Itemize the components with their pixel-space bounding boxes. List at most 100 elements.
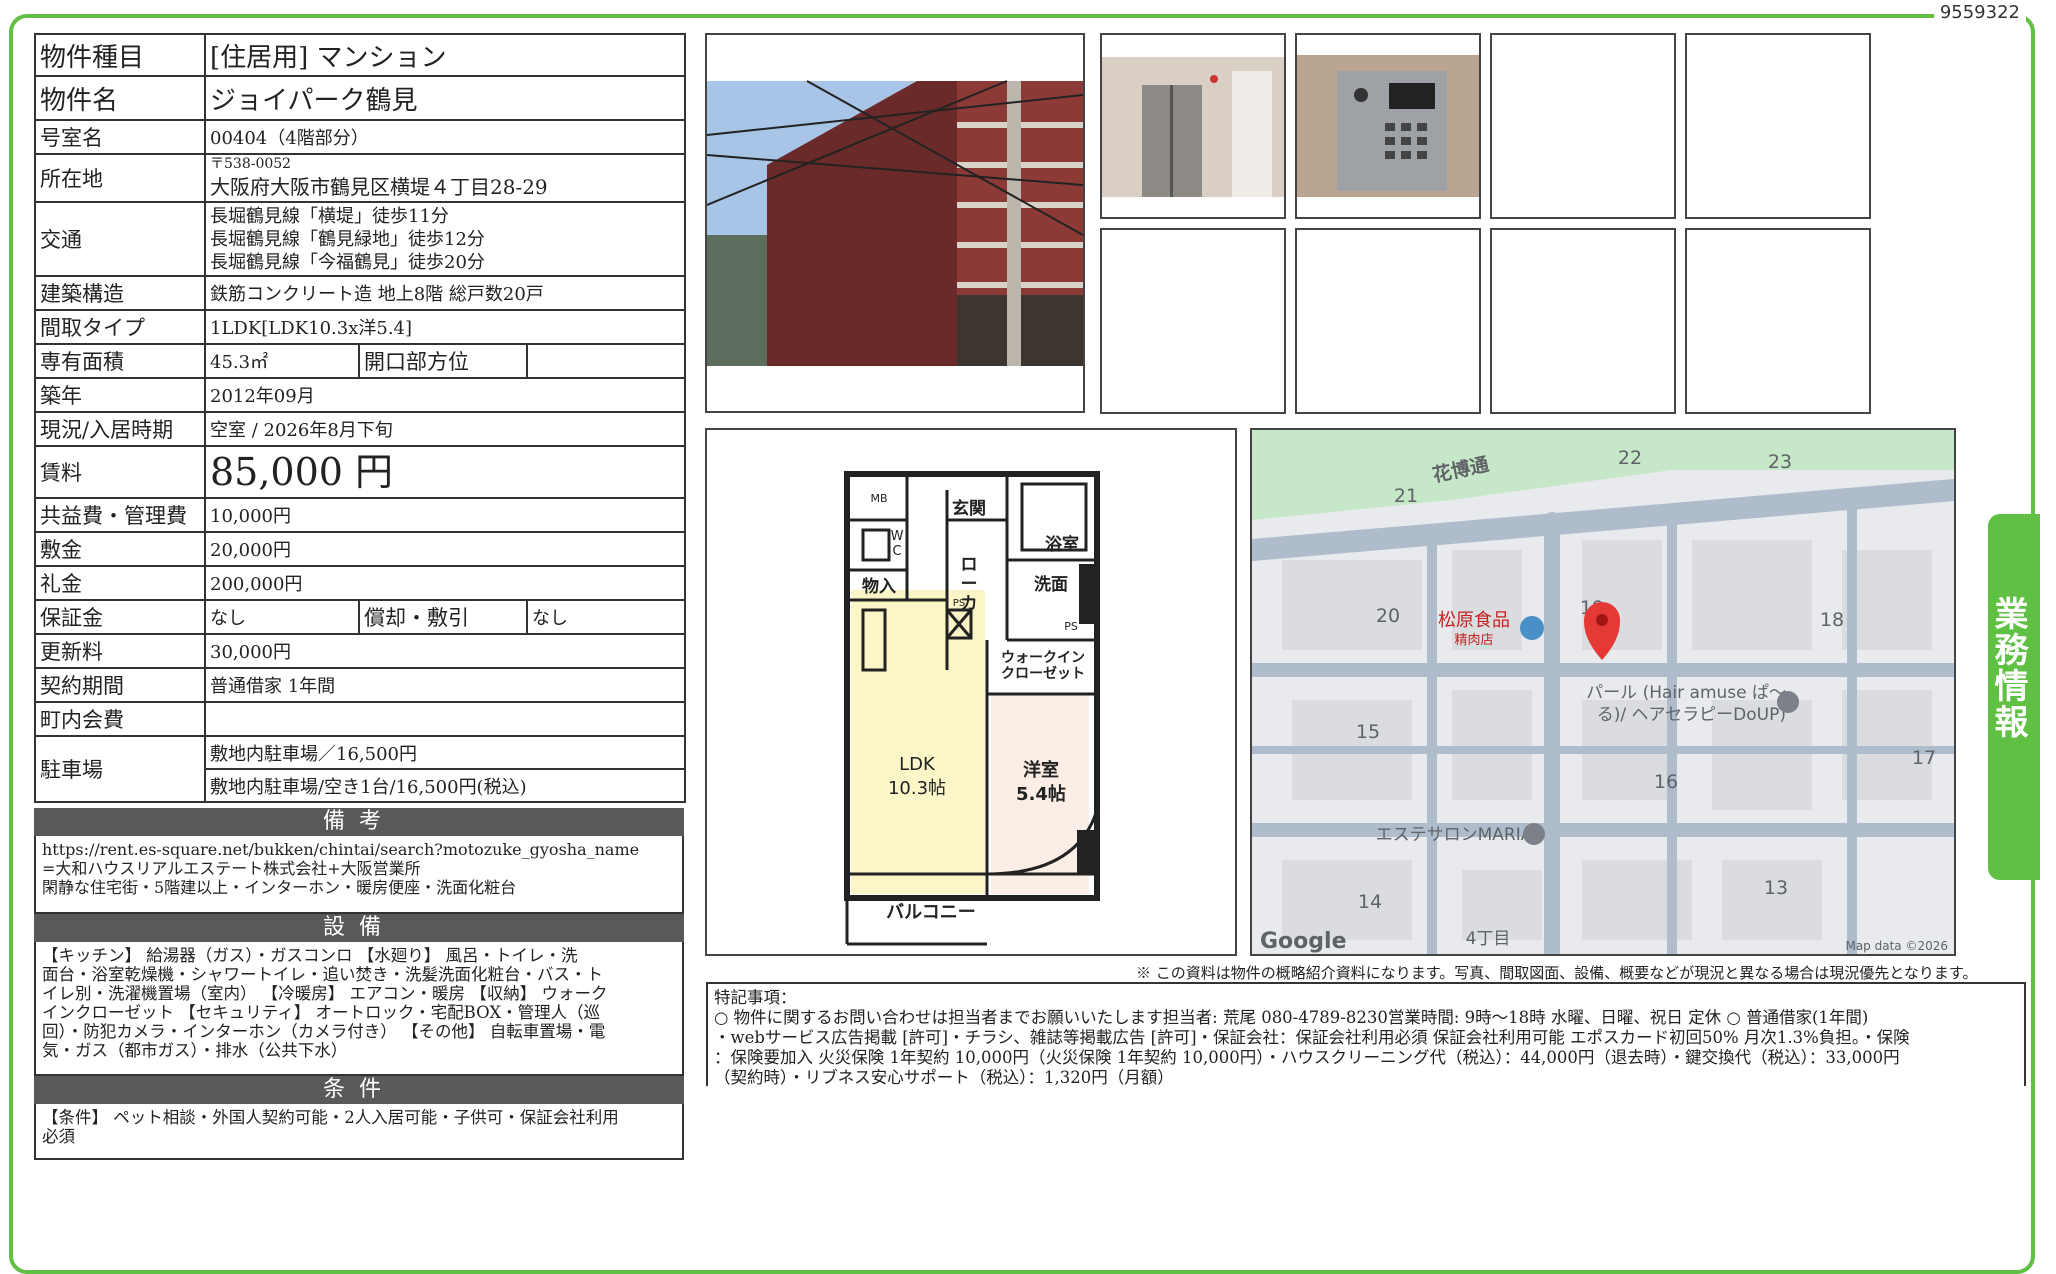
map-block: 14 [1358, 891, 1382, 913]
map-block: 17 [1912, 747, 1936, 769]
elevator-photo-image [1102, 35, 1284, 217]
map-block: 16 [1654, 771, 1678, 793]
fp-wash: 洗面 [1034, 574, 1068, 595]
fp-wc: WC [891, 529, 904, 559]
fp-ps-2: PS [1064, 620, 1078, 633]
map-poi-sublabel: 精肉店 [1454, 633, 1493, 648]
renewal-label: 更新料 [34, 633, 206, 669]
fp-ldk: LDK [899, 754, 936, 775]
fee-label: 共益費・管理費 [34, 497, 206, 533]
traffic-line: 長堀鶴見線「鶴見緑地」徒歩12分 [210, 228, 485, 250]
disclaimer: ※ この資料は物件の概略紹介資料になります。写真、間取図面、設備、概要などが現況… [1136, 964, 1978, 982]
shop-icon [1520, 616, 1544, 640]
building-photo-image [707, 35, 1083, 411]
parking-value-1: 敷地内駐車場／16,500円 [204, 735, 686, 770]
floor-plan[interactable]: MB 玄関 WC 浴室 洗面 物入 ローカ PS PS ウォークインクローゼット… [705, 428, 1237, 956]
row-keymoney: 礼金 200,000円 [34, 565, 686, 601]
row-deposit: 敷金 20,000円 [34, 531, 686, 567]
renewal-value: 30,000円 [204, 633, 686, 669]
deposit-label: 敷金 [34, 531, 206, 567]
guarantee-value: なし [204, 599, 360, 635]
amort-label: 償却・敷引 [358, 599, 528, 635]
structure-value: 鉄筋コンクリート造 地上8階 総戸数20戸 [204, 275, 686, 311]
building-photo[interactable] [705, 33, 1085, 413]
map-poi-label: る)/ ヘアセラピーDoUP) [1597, 705, 1786, 725]
map-poi-esthetic[interactable]: エステサロンMARIA [1376, 823, 1545, 845]
row-status: 現況/入居時期 空室 / 2026年8月下旬 [34, 411, 686, 447]
special-notes: 特記事項： ○ 物件に関するお問い合わせは担当者までお願いいたします担当者: 荒… [706, 982, 2026, 1086]
map-poi-label: エステサロンMARIA [1376, 825, 1533, 845]
row-traffic: 交通 長堀鶴見線「横堤」徒歩11分 長堀鶴見線「鶴見緑地」徒歩12分 長堀鶴見線… [34, 201, 686, 277]
row-structure: 建築構造 鉄筋コンクリート造 地上8階 総戸数20戸 [34, 275, 686, 311]
map-block: 23 [1768, 451, 1792, 473]
address-cell: 〒538-0052 大阪府大阪市鶴見区横堤４丁目28-29 [204, 153, 686, 203]
type-label: 物件種目 [34, 33, 206, 77]
address-label: 所在地 [34, 153, 206, 203]
map-credit: Map data ©2026 [1845, 939, 1948, 953]
deposit-value: 20,000円 [204, 531, 686, 567]
map-block: 18 [1820, 609, 1844, 631]
equipment-body: 【キッチン】 給湯器（ガス）・ガスコンロ 【水廻り】 風呂・トイレ・洗 面台・浴… [34, 942, 684, 1076]
row-built: 築年 2012年09月 [34, 377, 686, 413]
town-value [204, 701, 686, 737]
traffic-label: 交通 [34, 201, 206, 277]
fp-ps-1: PS [953, 598, 965, 609]
fp-balcony: バルコニー [886, 902, 976, 923]
traffic-line: 長堀鶴見線「横堤」徒歩11分 [210, 205, 449, 227]
built-label: 築年 [34, 377, 206, 413]
map-block: 20 [1376, 605, 1400, 627]
traffic-line: 長堀鶴見線「今福鶴見」徒歩20分 [210, 251, 485, 273]
row-type: 物件種目 [住居用] マンション [34, 33, 686, 77]
row-contract: 契約期間 普通借家 1年間 [34, 667, 686, 703]
map-poi-label: 松原食品 [1438, 610, 1510, 631]
fp-western: 洋室 [1023, 759, 1059, 781]
photo-slot-empty [1685, 33, 1871, 219]
keymoney-value: 200,000円 [204, 565, 686, 601]
intercom-photo-image [1297, 35, 1479, 217]
floor-plan-drawing: MB 玄関 WC 浴室 洗面 物入 ローカ PS PS ウォークインクローゼット… [844, 471, 1100, 946]
row-name: 物件名 ジョイパーク鶴見 [34, 75, 686, 121]
notes-line: ○ 物件に関するお問い合わせは担当者までお願いいたします担当者: 荒尾 080-… [714, 1008, 1869, 1027]
place-icon [1523, 823, 1545, 845]
layout-label: 間取タイプ [34, 309, 206, 345]
name-label: 物件名 [34, 75, 206, 121]
status-label: 現況/入居時期 [34, 411, 206, 447]
guarantee-label: 保証金 [34, 599, 206, 635]
row-renewal: 更新料 30,000円 [34, 633, 686, 669]
amort-value: なし [526, 599, 686, 635]
map-area-label: 4丁目 [1466, 929, 1511, 949]
rent-label: 賃料 [34, 445, 206, 499]
intercom-photo[interactable] [1295, 33, 1481, 219]
row-address: 所在地 〒538-0052 大阪府大阪市鶴見区横堤４丁目28-29 [34, 153, 686, 203]
fp-ldk-size: 10.3帖 [888, 778, 946, 799]
notes-title: 特記事項： [714, 988, 797, 1007]
row-town: 町内会費 [34, 701, 686, 737]
room-value: 00404（4階部分） [204, 119, 686, 155]
fp-entrance: 玄関 [952, 498, 986, 519]
fp-western-size: 5.4帖 [1016, 783, 1066, 805]
business-info-tab-label: 業務情報 [1988, 596, 2028, 740]
map-canvas: 花博通 22 23 21 20 19 18 15 16 17 14 13 4丁目… [1252, 430, 1954, 954]
area-label: 専有面積 [34, 343, 206, 379]
photo-slot-empty [1100, 228, 1286, 414]
address-value: 大阪府大阪市鶴見区横堤４丁目28-29 [210, 174, 548, 199]
area-value: 45.3㎡ [204, 343, 360, 379]
property-info-table: 物件種目 [住居用] マンション 物件名 ジョイパーク鶴見 号室名 00404（… [34, 33, 686, 803]
place-icon [1777, 691, 1799, 713]
business-info-tab[interactable]: 業務情報 [1988, 514, 2040, 880]
elevator-photo[interactable] [1100, 33, 1286, 219]
contract-value: 普通借家 1年間 [204, 667, 686, 703]
row-rent: 賃料 85,000 円 [34, 445, 686, 499]
postal-code: 〒538-0052 [210, 155, 292, 172]
remarks-header: 備考 [34, 808, 684, 836]
name-value: ジョイパーク鶴見 [204, 75, 686, 121]
parking-label: 駐車場 [34, 735, 206, 803]
rent-value: 85,000 円 [204, 445, 686, 499]
photo-slot-empty [1490, 228, 1676, 414]
keymoney-label: 礼金 [34, 565, 206, 601]
fp-mb: MB [870, 492, 887, 505]
photo-slot-empty [1295, 228, 1481, 414]
map-block: 15 [1356, 721, 1380, 743]
location-map[interactable]: 花博通 22 23 21 20 19 18 15 16 17 14 13 4丁目… [1250, 428, 1956, 956]
row-parking-1: 駐車場 敷地内駐車場／16,500円 [34, 735, 686, 803]
